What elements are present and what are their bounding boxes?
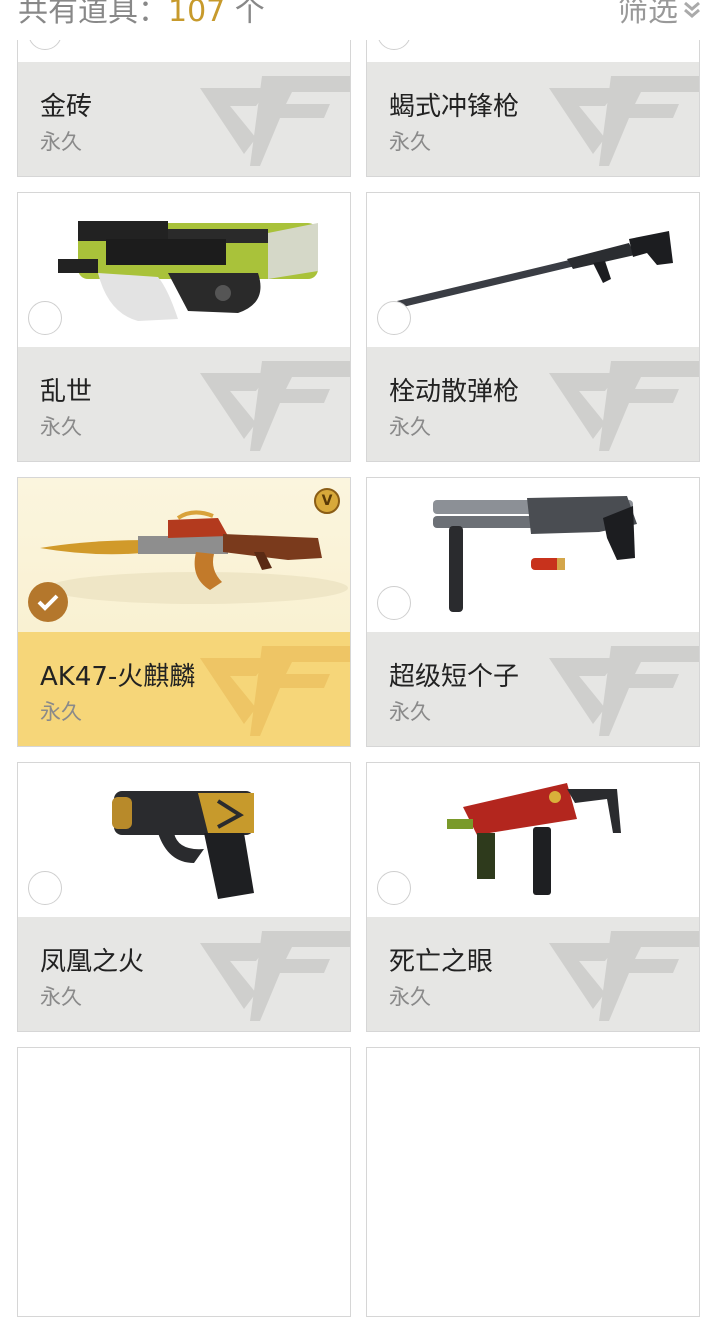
item-info: 金砖 永久 [18, 62, 350, 176]
item-image [18, 763, 350, 917]
item-info: 乱世 永久 [18, 347, 350, 461]
cf-logo-icon [200, 931, 350, 1021]
item-info: AK47-火麒麟 永久 [18, 632, 350, 746]
item-image [18, 193, 350, 347]
select-radio[interactable] [377, 871, 411, 905]
select-radio[interactable] [377, 301, 411, 335]
item-duration: 永久 [40, 700, 82, 724]
item-name: 蝎式冲锋枪 [389, 92, 520, 122]
checkmark-icon [37, 594, 59, 611]
item-grid: 金砖 永久 蝎式冲锋枪 永久 乱世 永久 栓动散弹枪 永久 V AK47-火麒麟… [17, 0, 700, 1317]
cf-logo-icon [200, 361, 350, 451]
item-card[interactable]: 死亡之眼 永久 [366, 762, 700, 1032]
cf-logo-icon [549, 931, 699, 1021]
item-card[interactable] [366, 1047, 700, 1317]
item-name: 死亡之眼 [389, 947, 494, 977]
select-radio[interactable] [28, 871, 62, 905]
item-duration: 永久 [389, 700, 431, 724]
item-image [367, 763, 699, 917]
item-info: 死亡之眼 永久 [367, 917, 699, 1031]
item-duration: 永久 [389, 415, 431, 439]
item-duration: 永久 [389, 130, 431, 154]
bolt-action-shotgun-icon [397, 231, 673, 307]
item-name: 乱世 [40, 377, 93, 407]
item-name: 金砖 [40, 92, 93, 122]
item-count: 共有道具：107 个 [18, 0, 265, 30]
item-image [367, 478, 699, 632]
item-info: 栓动散弹枪 永久 [367, 347, 699, 461]
item-duration: 永久 [40, 130, 82, 154]
phoenix-pistol-icon [112, 791, 254, 899]
double-chevron-down-icon [684, 1, 700, 18]
item-duration: 永久 [40, 415, 82, 439]
item-duration: 永久 [389, 985, 431, 1009]
selected-check[interactable] [28, 582, 68, 622]
select-radio[interactable] [28, 301, 62, 335]
filter-label: 筛选 [618, 0, 678, 29]
item-image [367, 193, 699, 347]
header-bar: 共有道具：107 个 筛选 [0, 0, 716, 40]
item-count-suffix: 个 [225, 0, 265, 29]
item-name: 超级短个子 [389, 662, 520, 692]
item-card-selected[interactable]: V AK47-火麒麟 永久 [17, 477, 351, 747]
cf-logo-icon [200, 76, 350, 166]
item-duration: 永久 [40, 985, 82, 1009]
item-name: AK47-火麒麟 [40, 662, 196, 692]
item-count-value: 107 [168, 0, 226, 29]
cf-logo-icon [549, 646, 699, 736]
item-card[interactable]: 凤凰之火 永久 [17, 762, 351, 1032]
cf-logo-icon [549, 361, 699, 451]
cf-logo-icon [200, 646, 350, 736]
short-shotgun-icon [433, 496, 637, 612]
ak47-fire-qilin-icon [40, 510, 348, 604]
item-name: 栓动散弹枪 [389, 377, 520, 407]
item-info: 蝎式冲锋枪 永久 [367, 62, 699, 176]
filter-button[interactable]: 筛选 [618, 0, 702, 30]
item-count-prefix: 共有道具： [18, 0, 168, 29]
item-card[interactable]: 乱世 永久 [17, 192, 351, 462]
item-info: 超级短个子 永久 [367, 632, 699, 746]
vip-badge: V [314, 488, 340, 514]
item-info: 凤凰之火 永久 [18, 917, 350, 1031]
item-card[interactable]: 超级短个子 永久 [366, 477, 700, 747]
item-name: 凤凰之火 [40, 947, 145, 977]
p90-smg-icon [58, 221, 318, 321]
item-card[interactable] [17, 1047, 351, 1317]
cf-logo-icon [549, 76, 699, 166]
death-eye-smg-icon [447, 783, 621, 895]
item-image: V [18, 478, 350, 632]
select-radio[interactable] [377, 586, 411, 620]
item-card[interactable]: 栓动散弹枪 永久 [366, 192, 700, 462]
